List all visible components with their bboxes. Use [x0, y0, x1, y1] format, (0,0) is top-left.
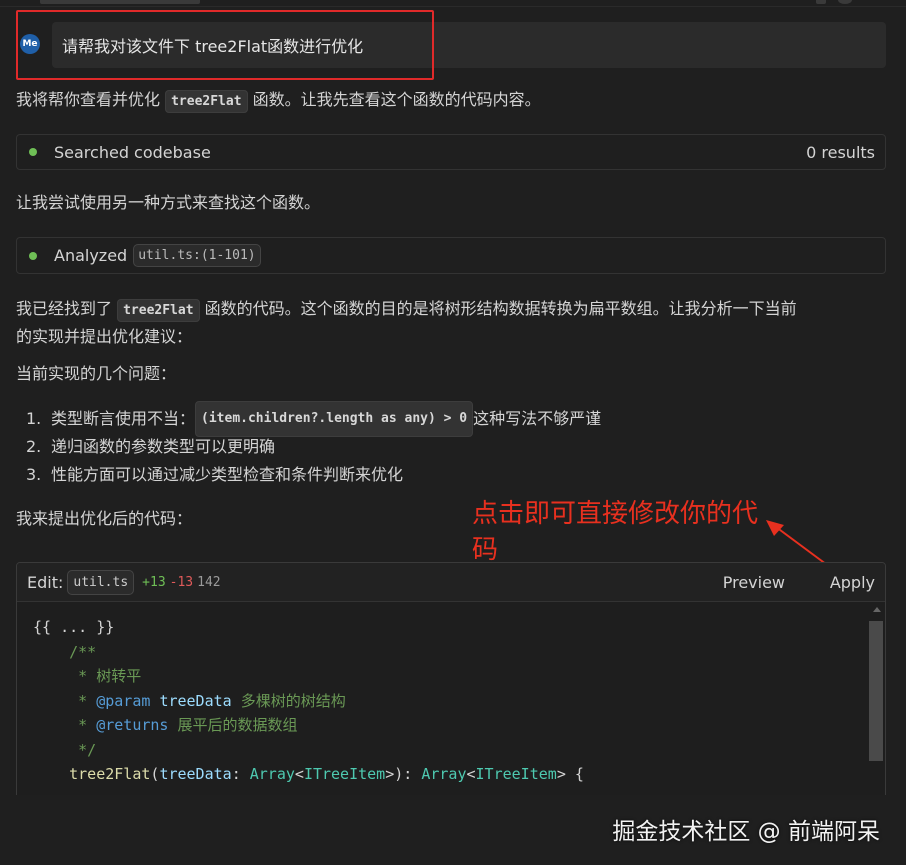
issue-text: 性能方面可以通过减少类型检查和条件判断来优化 — [51, 465, 404, 484]
code-line: /** — [33, 642, 97, 661]
list-number: 2. — [26, 437, 42, 456]
list-number: 1. — [26, 409, 42, 428]
found-text-after: 函数的代码。这个函数的目的是将树形结构数据转换为扁平数组。让我分析一下当前 — [199, 299, 797, 318]
found-text-line2: 的实现并提出优化建议： — [16, 327, 193, 346]
scroll-up-icon[interactable] — [873, 607, 881, 612]
issue-text: 递归函数的参数类型可以更明确 — [51, 437, 276, 456]
issues-list: 1. 类型断言使用不当： (item.children?.length as a… — [16, 401, 602, 489]
code-line: * 树转平 — [33, 667, 142, 685]
proposal-text: 我来提出优化后的代码： — [16, 509, 193, 528]
found-text: 我已经找到了 tree2Flat 函数的代码。这个函数的目的是将树形结构数据转换… — [16, 295, 797, 325]
preview-button[interactable]: Preview — [723, 573, 785, 592]
code-line: * @returns 展平后的数据数组 — [33, 716, 298, 734]
lines-total: 142 — [197, 574, 221, 590]
code-line: */ — [33, 740, 97, 759]
edit-panel-header: Edit: util.ts +13 -13 142 Preview Apply — [17, 563, 885, 602]
watermark: 掘金技术社区 @ 前端阿呆 — [612, 819, 880, 845]
code-scrollbar-thumb[interactable] — [869, 621, 883, 761]
code-block: {{ ... }} /** * 树转平 * @param treeData 多棵… — [33, 615, 584, 801]
analyzed-file-chip[interactable]: util.ts:(1-101) — [133, 244, 261, 267]
code-line: {{ ... }} — [33, 618, 115, 636]
list-item: 2. 递归函数的参数类型可以更明确 — [16, 433, 601, 461]
list-number: 3. — [26, 465, 42, 484]
list-item: 1. 类型断言使用不当： (item.children?.length as a… — [16, 401, 602, 437]
edit-panel: Edit: util.ts +13 -13 142 Preview Apply … — [16, 562, 886, 802]
issues-heading: 当前实现的几个问题： — [16, 364, 177, 383]
found-code: tree2Flat — [117, 299, 200, 322]
edit-file-chip[interactable]: util.ts — [67, 569, 135, 595]
status-dot-icon — [29, 148, 37, 156]
scrolled-header-fragment — [0, 0, 906, 7]
issue-text-after: 这种写法不够严谨 — [473, 409, 602, 428]
lines-removed: -13 — [169, 574, 194, 590]
intro-text-after: 函数。让我先查看这个函数的代码内容。 — [247, 90, 541, 109]
issue-code: (item.children?.length as any) > 0 — [195, 401, 474, 437]
highlight-annotation-box — [16, 10, 434, 80]
tool-result-count: 0 results — [806, 142, 875, 162]
code-line: tree2Flat(treeData: Array<ITreeItem>): A… — [69, 765, 584, 783]
tool-label: Analyzed — [54, 246, 128, 265]
status-dot-icon — [29, 251, 37, 260]
tool-analyzed-file[interactable]: Analyzed util.ts:(1-101) — [16, 237, 886, 274]
lines-added: +13 — [142, 574, 166, 590]
issue-text: 类型断言使用不当： — [51, 409, 196, 428]
tool-label: Searched codebase — [54, 142, 211, 162]
list-item: 3. 性能方面可以通过减少类型检查和条件判断来优化 — [16, 461, 601, 489]
retry-text: 让我尝试使用另一种方式来查找这个函数。 — [16, 193, 321, 212]
edit-label: Edit: — [27, 572, 64, 592]
assistant-intro: 我将帮你查看并优化 tree2Flat 函数。让我先查看这个函数的代码内容。 — [16, 86, 541, 116]
intro-code: tree2Flat — [165, 90, 248, 113]
tool-searched-codebase[interactable]: Searched codebase 0 results — [16, 134, 886, 170]
found-text-before: 我已经找到了 — [16, 299, 118, 318]
apply-button[interactable]: Apply — [830, 573, 875, 592]
annotation-text: 点击即可直接修改你的代码 — [472, 499, 759, 565]
intro-text: 我将帮你查看并优化 — [16, 90, 166, 109]
code-line: * @param treeData 多棵树的树结构 — [33, 691, 346, 710]
